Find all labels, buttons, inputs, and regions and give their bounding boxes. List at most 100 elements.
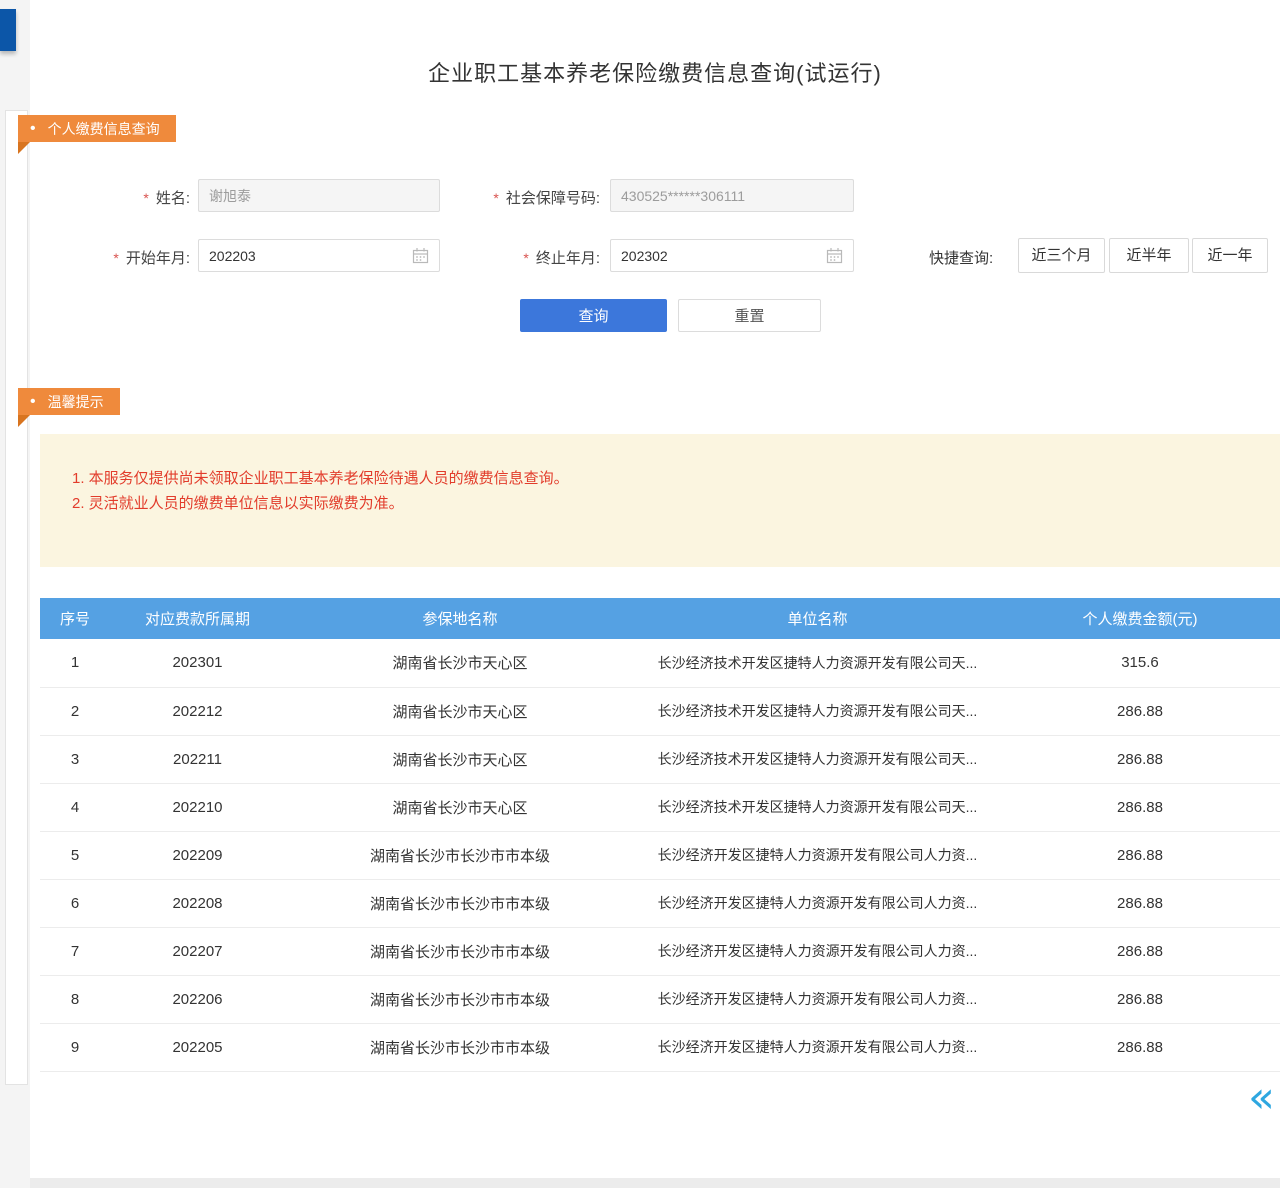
cell-company: 长沙经济开发区捷特人力资源开发有限公司人力资... bbox=[635, 975, 1000, 1023]
required-asterisk: * bbox=[113, 250, 118, 266]
cell-period: 202210 bbox=[110, 783, 285, 831]
cell-seq: 5 bbox=[40, 831, 110, 879]
name-label: *姓名: bbox=[90, 187, 190, 208]
ribbon-fold bbox=[18, 142, 30, 154]
cell-seq: 8 bbox=[40, 975, 110, 1023]
ssn-field[interactable]: 430525******306111 bbox=[610, 179, 854, 212]
quick-btn-3months[interactable]: 近三个月 bbox=[1018, 238, 1105, 273]
ribbon-fold bbox=[18, 415, 30, 427]
cell-place: 湖南省长沙市天心区 bbox=[285, 783, 635, 831]
table-row: 3 202211 湖南省长沙市天心区 长沙经济技术开发区捷特人力资源开发有限公司… bbox=[40, 735, 1280, 783]
cell-period: 202208 bbox=[110, 879, 285, 927]
cell-place: 湖南省长沙市长沙市市本级 bbox=[285, 831, 635, 879]
cell-amount: 286.88 bbox=[1000, 783, 1280, 831]
cell-amount: 286.88 bbox=[1000, 735, 1280, 783]
search-button[interactable]: 查询 bbox=[520, 299, 667, 332]
quick-btn-halfyear[interactable]: 近半年 bbox=[1109, 238, 1189, 273]
bullet-icon: • bbox=[30, 121, 36, 137]
name-value: 谢旭泰 bbox=[209, 186, 429, 206]
collapsed-sidebar bbox=[5, 110, 28, 1085]
bullet-icon: • bbox=[30, 394, 36, 410]
notice-line: 1. 本服务仅提供尚未领取企业职工基本养老保险待遇人员的缴费信息查询。 bbox=[72, 467, 569, 488]
cell-amount: 286.88 bbox=[1000, 927, 1280, 975]
reset-button[interactable]: 重置 bbox=[678, 299, 821, 332]
cell-place: 湖南省长沙市长沙市市本级 bbox=[285, 1023, 635, 1071]
cell-company: 长沙经济开发区捷特人力资源开发有限公司人力资... bbox=[635, 831, 1000, 879]
table-row: 2 202212 湖南省长沙市天心区 长沙经济技术开发区捷特人力资源开发有限公司… bbox=[40, 687, 1280, 735]
table-body: 1 202301 湖南省长沙市天心区 长沙经济技术开发区捷特人力资源开发有限公司… bbox=[40, 639, 1280, 1071]
header-period: 对应费款所属期 bbox=[110, 598, 285, 639]
required-asterisk: * bbox=[143, 190, 148, 206]
header-seq: 序号 bbox=[40, 598, 110, 639]
cell-amount: 286.88 bbox=[1000, 975, 1280, 1023]
cell-seq: 9 bbox=[40, 1023, 110, 1071]
section-header-personal-query: • 个人缴费信息查询 bbox=[18, 115, 176, 142]
calendar-icon[interactable] bbox=[412, 247, 429, 264]
ssn-label: *社会保障号码: bbox=[455, 187, 600, 208]
table-row: 7 202207 湖南省长沙市长沙市市本级 长沙经济开发区捷特人力资源开发有限公… bbox=[40, 927, 1280, 975]
table-row: 9 202205 湖南省长沙市长沙市市本级 长沙经济开发区捷特人力资源开发有限公… bbox=[40, 1023, 1280, 1071]
cell-period: 202209 bbox=[110, 831, 285, 879]
section-header-label: 温馨提示 bbox=[48, 392, 104, 412]
section-header-label: 个人缴费信息查询 bbox=[48, 119, 160, 139]
header-company: 单位名称 bbox=[635, 598, 1000, 639]
cell-amount: 286.88 bbox=[1000, 687, 1280, 735]
end-month-label: *终止年月: bbox=[455, 247, 600, 268]
cell-place: 湖南省长沙市天心区 bbox=[285, 735, 635, 783]
notice-box: 1. 本服务仅提供尚未领取企业职工基本养老保险待遇人员的缴费信息查询。 2. 灵… bbox=[40, 434, 1280, 567]
cell-seq: 2 bbox=[40, 687, 110, 735]
header-place: 参保地名称 bbox=[285, 598, 635, 639]
table-header-row: 序号 对应费款所属期 参保地名称 单位名称 个人缴费金额(元) bbox=[40, 598, 1280, 639]
cell-amount: 286.88 bbox=[1000, 1023, 1280, 1071]
cell-period: 202212 bbox=[110, 687, 285, 735]
cell-period: 202205 bbox=[110, 1023, 285, 1071]
quick-btn-oneyear[interactable]: 近一年 bbox=[1192, 238, 1268, 273]
table-row: 8 202206 湖南省长沙市长沙市市本级 长沙经济开发区捷特人力资源开发有限公… bbox=[40, 975, 1280, 1023]
start-month-label: *开始年月: bbox=[90, 247, 190, 268]
cell-seq: 1 bbox=[40, 639, 110, 687]
cell-period: 202301 bbox=[110, 639, 285, 687]
cell-amount: 286.88 bbox=[1000, 831, 1280, 879]
table-row: 5 202209 湖南省长沙市长沙市市本级 长沙经济开发区捷特人力资源开发有限公… bbox=[40, 831, 1280, 879]
cell-seq: 6 bbox=[40, 879, 110, 927]
calendar-icon[interactable] bbox=[826, 247, 843, 264]
collapse-left-icon[interactable]: « bbox=[1248, 1076, 1275, 1120]
quick-query-label: 快捷查询: bbox=[929, 247, 993, 268]
cell-company: 长沙经济开发区捷特人力资源开发有限公司人力资... bbox=[635, 879, 1000, 927]
cell-seq: 4 bbox=[40, 783, 110, 831]
payment-table: 序号 对应费款所属期 参保地名称 单位名称 个人缴费金额(元) 1 202301… bbox=[40, 598, 1280, 1072]
cell-place: 湖南省长沙市长沙市市本级 bbox=[285, 975, 635, 1023]
table-row: 1 202301 湖南省长沙市天心区 长沙经济技术开发区捷特人力资源开发有限公司… bbox=[40, 639, 1280, 687]
start-month-value: 202203 bbox=[209, 248, 406, 264]
cell-place: 湖南省长沙市天心区 bbox=[285, 687, 635, 735]
required-asterisk: * bbox=[523, 250, 528, 266]
notice-line: 2. 灵活就业人员的缴费单位信息以实际缴费为准。 bbox=[72, 492, 404, 513]
cell-seq: 7 bbox=[40, 927, 110, 975]
table-row: 4 202210 湖南省长沙市天心区 长沙经济技术开发区捷特人力资源开发有限公司… bbox=[40, 783, 1280, 831]
cell-company: 长沙经济技术开发区捷特人力资源开发有限公司天... bbox=[635, 783, 1000, 831]
name-field[interactable]: 谢旭泰 bbox=[198, 179, 440, 212]
cell-company: 长沙经济技术开发区捷特人力资源开发有限公司天... bbox=[635, 735, 1000, 783]
corner-tab bbox=[0, 9, 16, 51]
start-month-field[interactable]: 202203 bbox=[198, 239, 440, 272]
cell-period: 202206 bbox=[110, 975, 285, 1023]
required-asterisk: * bbox=[493, 190, 498, 206]
ssn-value: 430525******306111 bbox=[621, 188, 843, 204]
cell-company: 长沙经济技术开发区捷特人力资源开发有限公司天... bbox=[635, 687, 1000, 735]
cell-company: 长沙经济开发区捷特人力资源开发有限公司人力资... bbox=[635, 1023, 1000, 1071]
section-header-notice: • 温馨提示 bbox=[18, 388, 120, 415]
end-month-field[interactable]: 202302 bbox=[610, 239, 854, 272]
cell-amount: 286.88 bbox=[1000, 879, 1280, 927]
end-month-value: 202302 bbox=[621, 248, 820, 264]
cell-place: 湖南省长沙市天心区 bbox=[285, 639, 635, 687]
cell-period: 202207 bbox=[110, 927, 285, 975]
table-row: 6 202208 湖南省长沙市长沙市市本级 长沙经济开发区捷特人力资源开发有限公… bbox=[40, 879, 1280, 927]
cell-amount: 315.6 bbox=[1000, 639, 1280, 687]
cell-period: 202211 bbox=[110, 735, 285, 783]
cell-company: 长沙经济技术开发区捷特人力资源开发有限公司天... bbox=[635, 639, 1000, 687]
cell-seq: 3 bbox=[40, 735, 110, 783]
header-amount: 个人缴费金额(元) bbox=[1000, 598, 1280, 639]
cell-place: 湖南省长沙市长沙市市本级 bbox=[285, 927, 635, 975]
page-title: 企业职工基本养老保险缴费信息查询(试运行) bbox=[30, 56, 1280, 88]
cell-company: 长沙经济开发区捷特人力资源开发有限公司人力资... bbox=[635, 927, 1000, 975]
